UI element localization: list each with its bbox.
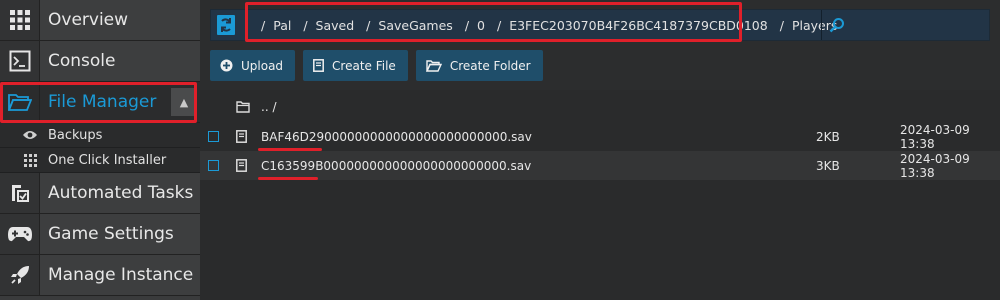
breadcrumb: / Pal / Saved / SaveGames / 0 / E3FEC203… <box>261 18 849 33</box>
sidebar: Overview Console File Manager ▲ Backups <box>0 0 200 300</box>
file-name[interactable]: C163599B000000000000000000000000.sav <box>261 159 531 173</box>
nav-label-console: Console <box>48 51 116 71</box>
toolbar: / Pal / Saved / SaveGames / 0 / E3FEC203… <box>200 0 1000 90</box>
plus-circle-icon <box>220 59 233 72</box>
rocket-icon <box>0 255 40 295</box>
path-bar: / Pal / Saved / SaveGames / 0 / E3FEC203… <box>210 9 990 41</box>
main-panel: / Pal / Saved / SaveGames / 0 / E3FEC203… <box>200 0 1000 300</box>
nav-label-overview: Overview <box>48 10 129 30</box>
breadcrumb-guid[interactable]: E3FEC203070B4F26BC4187379CBD0108 <box>509 18 768 33</box>
grid-small-icon <box>20 153 40 167</box>
chevron-up-icon[interactable]: ▲ <box>171 88 197 116</box>
create-folder-button-label: Create Folder <box>449 58 531 73</box>
gamepad-icon <box>0 214 40 254</box>
sub-label-one-click-installer: One Click Installer <box>48 152 167 168</box>
tasks-icon <box>0 173 40 213</box>
parent-directory-label[interactable]: .. / <box>261 100 277 114</box>
breadcrumb-0[interactable]: 0 <box>477 18 485 33</box>
create-folder-button[interactable]: Create Folder <box>415 50 543 81</box>
file-row[interactable]: BAF46D29000000000000000000000000.sav 2KB… <box>200 122 1000 151</box>
file-size: 2KB <box>816 129 840 144</box>
file-name[interactable]: BAF46D29000000000000000000000000.sav <box>261 130 532 144</box>
file-row[interactable]: C163599B000000000000000000000000.sav 3KB… <box>200 151 1000 180</box>
breadcrumb-separator: / <box>366 17 371 33</box>
file-checkbox[interactable] <box>208 131 219 142</box>
breadcrumb-savegames[interactable]: SaveGames <box>378 18 452 33</box>
search-icon[interactable] <box>821 10 851 40</box>
nav-item-file-manager[interactable]: File Manager ▲ <box>0 82 200 123</box>
breadcrumb-separator: / <box>303 17 308 33</box>
create-file-button[interactable]: Create File <box>303 50 408 81</box>
breadcrumb-separator: / <box>261 17 266 33</box>
eye-icon <box>20 129 40 141</box>
refresh-icon[interactable] <box>211 10 241 40</box>
folder-open-icon <box>425 59 442 72</box>
action-buttons: Upload Create File Create Folder <box>210 50 543 81</box>
breadcrumb-separator: / <box>779 17 784 33</box>
nav-label-game-settings: Game Settings <box>48 224 174 244</box>
sub-item-one-click-installer[interactable]: One Click Installer <box>0 148 200 173</box>
file-list: .. / BAF46D29000000000000000000000000.sa… <box>200 92 1000 180</box>
breadcrumb-separator: / <box>464 17 470 33</box>
nav-label-automated-tasks: Automated Tasks <box>48 183 194 203</box>
nav-item-manage-instance[interactable]: Manage Instance <box>0 255 200 296</box>
highlight-underline <box>258 177 318 180</box>
sub-label-backups: Backups <box>48 127 103 143</box>
breadcrumb-saved[interactable]: Saved <box>316 18 355 33</box>
nav-item-console[interactable]: Console <box>0 41 200 82</box>
nav-item-overview[interactable]: Overview <box>0 0 200 41</box>
file-date: 2024-03-09 13:38 <box>900 122 970 151</box>
file-icon <box>236 130 247 143</box>
folder-icon <box>236 101 250 113</box>
file-icon <box>313 59 324 72</box>
breadcrumb-pal[interactable]: Pal <box>273 18 291 33</box>
terminal-icon <box>0 41 40 81</box>
file-icon <box>236 159 247 172</box>
nav-label-manage-instance: Manage Instance <box>48 265 194 285</box>
nav-item-game-settings[interactable]: Game Settings <box>0 214 200 255</box>
file-date: 2024-03-09 13:38 <box>900 151 970 180</box>
folder-open-icon <box>0 82 40 122</box>
sub-item-backups[interactable]: Backups <box>0 123 200 148</box>
breadcrumb-separator: / <box>496 17 502 33</box>
nav-label-file-manager: File Manager <box>48 92 157 112</box>
upload-button[interactable]: Upload <box>210 50 296 81</box>
nav-item-automated-tasks[interactable]: Automated Tasks <box>0 173 200 214</box>
file-size: 3KB <box>816 158 840 173</box>
create-file-button-label: Create File <box>332 58 396 73</box>
grid-icon <box>0 0 40 40</box>
file-checkbox[interactable] <box>208 160 219 171</box>
parent-directory-row[interactable]: .. / <box>200 92 1000 122</box>
upload-button-label: Upload <box>241 58 284 73</box>
search-input[interactable] <box>851 10 989 40</box>
